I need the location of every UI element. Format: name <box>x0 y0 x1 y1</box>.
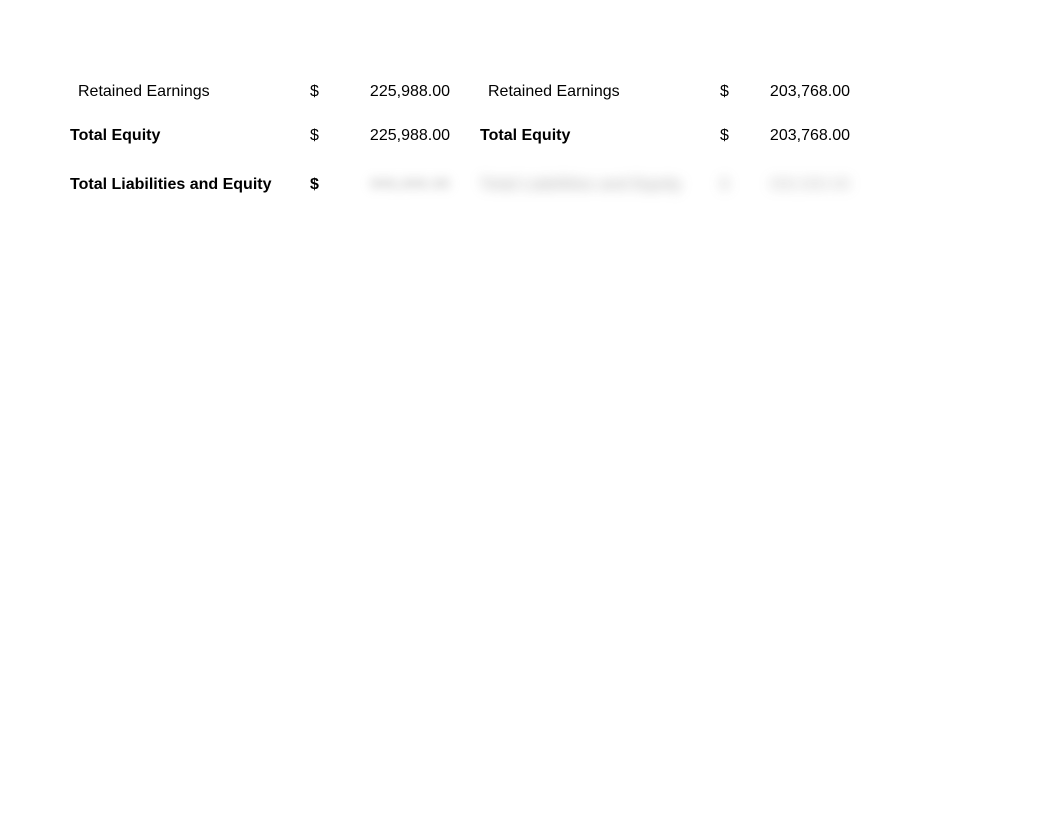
retained-earnings-label-left: Retained Earnings <box>70 83 310 101</box>
currency-symbol: $ <box>310 176 330 194</box>
total-equity-row: Total Equity $ 225,988.00 Total Equity $… <box>70 114 992 158</box>
retained-earnings-label-right: Retained Earnings <box>480 83 720 101</box>
total-liabilities-equity-amount-right-blurred: $ 000,000.00 <box>720 176 850 194</box>
currency-symbol-blurred: $ <box>720 176 740 194</box>
retained-earnings-amount-right: $ 203,768.00 <box>720 83 850 101</box>
total-equity-value-left: 225,988.00 <box>330 127 450 145</box>
total-liabilities-equity-value-right-blurred: 000,000.00 <box>740 176 850 194</box>
total-liabilities-equity-amount-left: $ 000,000.00 <box>310 176 450 194</box>
total-equity-amount-right: $ 203,768.00 <box>720 127 850 145</box>
total-liabilities-equity-value-left-blurred: 000,000.00 <box>330 176 450 194</box>
total-liabilities-equity-label-left: Total Liabilities and Equity <box>70 176 310 194</box>
total-liabilities-equity-row: Total Liabilities and Equity $ 000,000.0… <box>70 163 992 207</box>
retained-earnings-value-left: 225,988.00 <box>330 83 450 101</box>
currency-symbol: $ <box>310 127 330 145</box>
retained-earnings-amount-left: $ 225,988.00 <box>310 83 450 101</box>
currency-symbol: $ <box>310 83 330 101</box>
total-equity-amount-left: $ 225,988.00 <box>310 127 450 145</box>
total-liabilities-equity-label-right-blurred: Total Liabilities and Equity <box>480 176 720 194</box>
currency-symbol: $ <box>720 127 740 145</box>
total-equity-value-right: 203,768.00 <box>740 127 850 145</box>
retained-earnings-value-right: 203,768.00 <box>740 83 850 101</box>
retained-earnings-row: Retained Earnings $ 225,988.00 Retained … <box>70 70 992 114</box>
total-equity-label-right: Total Equity <box>480 127 720 145</box>
currency-symbol: $ <box>720 83 740 101</box>
balance-sheet-section: Retained Earnings $ 225,988.00 Retained … <box>70 70 992 207</box>
total-equity-label-left: Total Equity <box>70 127 310 145</box>
